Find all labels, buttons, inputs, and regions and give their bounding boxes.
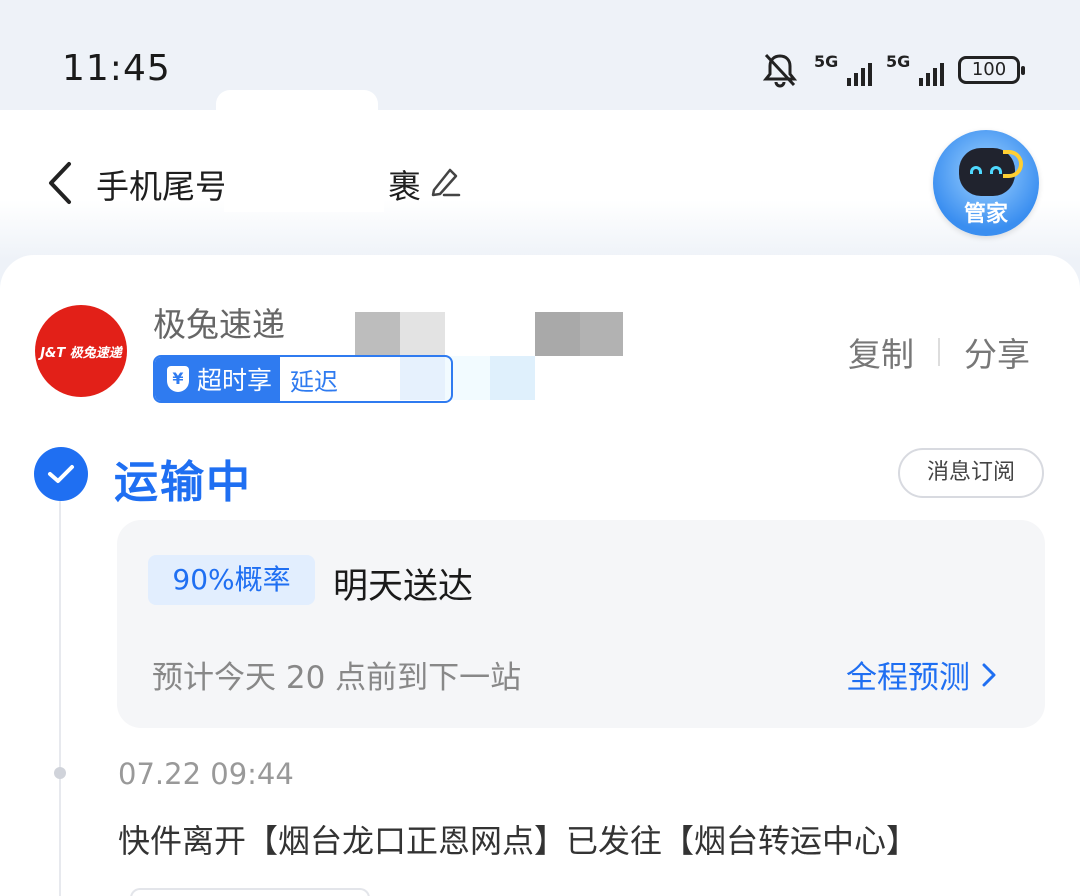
header-fade <box>0 200 1080 260</box>
header-notch <box>216 90 378 114</box>
next-stop-eta: 预计今天 20 点前到下一站 <box>152 660 522 696</box>
battery-icon: 100 <box>958 56 1025 84</box>
yuan-shield-icon: ¥ <box>167 366 189 392</box>
signal-2-icon: 5G <box>886 52 944 88</box>
check-icon <box>34 447 88 501</box>
timeline-dot <box>54 767 66 779</box>
status-time: 11:45 <box>62 48 171 89</box>
subscribe-button[interactable]: 消息订阅 <box>898 448 1044 498</box>
transit-status: 运输中 <box>114 457 252 508</box>
status-icons: 5G 5G 100 <box>760 50 1025 90</box>
timeline-line <box>59 500 61 896</box>
carrier-actions: 复制 分享 <box>848 328 1030 376</box>
full-forecast-link[interactable]: 全程预测 <box>846 652 996 697</box>
event-description: 快件离开【烟台龙口正恩网点】已发往【烟台转运中心】 <box>118 822 919 860</box>
signal-1-icon: 5G <box>814 52 872 88</box>
share-button[interactable]: 分享 <box>964 328 1030 376</box>
arrival-estimate: 明天送达 <box>333 567 474 607</box>
page-title-suffix: 裹 <box>388 167 421 206</box>
divider <box>938 338 940 366</box>
page-title: 手机尾号 <box>96 167 228 206</box>
back-button[interactable] <box>36 155 82 211</box>
carrier-logo: J&T 极兔速递 <box>35 305 127 397</box>
carrier-name: 极兔速递 <box>153 305 285 344</box>
edit-icon[interactable] <box>428 164 462 198</box>
probability-badge: 90%概率 <box>148 555 315 605</box>
redacted-title <box>224 152 384 212</box>
headset-icon <box>1003 150 1023 178</box>
mute-bell-icon <box>762 53 798 88</box>
next-element-hint <box>130 888 370 896</box>
chevron-right-icon <box>982 663 996 686</box>
event-time: 07.22 09:44 <box>118 757 294 791</box>
assistant-avatar-button[interactable]: 管家 <box>933 130 1039 236</box>
badge-label: 超时享 <box>197 366 273 395</box>
status-bar: 11:45 5G 5G 100 <box>0 0 1080 110</box>
copy-button[interactable]: 复制 <box>848 328 914 376</box>
chevron-left-icon <box>49 162 71 204</box>
overtime-badge[interactable]: ¥ 超时享 延迟 <box>153 355 453 403</box>
badge-detail: 延迟 <box>280 357 339 401</box>
